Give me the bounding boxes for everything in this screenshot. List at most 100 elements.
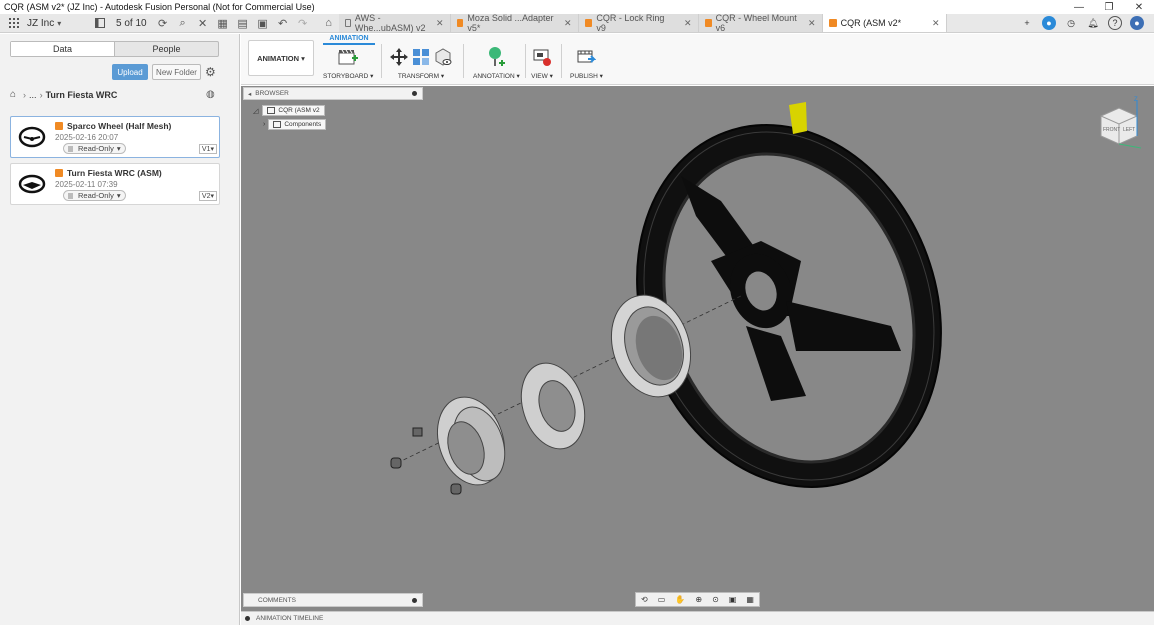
data-panel: Data People Upload New Folder ⚙ ⌂ › ... … [0,34,240,625]
camera-icon[interactable]: ▭ [658,595,666,604]
help-icon[interactable]: ? [1108,16,1122,30]
tab-cqr-asm[interactable]: CQR (ASM v2* ✕ [822,14,947,32]
component-cube-icon [704,19,712,27]
transform-icons [388,46,454,68]
close-icon[interactable]: ✕ [195,15,211,31]
toolbar-divider [463,44,464,78]
file-item[interactable]: Sparco Wheel (Half Mesh) 2025-02-16 20:0… [10,116,220,158]
access-dropdown[interactable]: Read-Only ▾ [63,190,126,201]
minimize-button[interactable]: — [1064,2,1094,13]
home-icon[interactable]: ⌂ [10,89,16,100]
wheel-mount[interactable] [511,355,595,457]
browser-node-root[interactable]: CQR (ASM v2 [262,105,325,116]
svg-text:Z: Z [1134,97,1138,103]
undo-icon[interactable]: ↶ [275,15,291,31]
timeline-pin-icon[interactable] [245,616,250,621]
close-window-button[interactable]: ✕ [1124,2,1154,13]
add-comment-icon[interactable] [412,597,417,603]
component-cube-icon [55,122,63,130]
avatar[interactable]: ● [1130,16,1144,30]
document-tab-bar: JZ Inc ▾ 5 of 10 ⟳ ⌕ ✕ ▦ ▤ ▣ ↶ ↷ ⌂ AWS -… [0,13,1154,33]
version-badge[interactable]: V2▾ [198,191,217,201]
zoom-icon[interactable]: ⊙ [712,595,719,604]
tab-aws-wheel[interactable]: AWS - Whe...ubASM) v2 ✕ [338,13,451,33]
tab-close-icon[interactable]: ✕ [554,18,572,29]
file-item[interactable]: Turn Fiesta WRC (ASM) 2025-02-11 07:39 R… [10,163,220,205]
team-selector[interactable]: JZ Inc ▾ [0,15,90,31]
breadcrumb-ellipsis[interactable]: ... [29,90,37,100]
viewcube[interactable]: FRONT LEFT Z [1091,96,1146,151]
tab-close-icon[interactable]: ✕ [922,18,940,29]
pin-icon[interactable] [412,91,417,96]
tabbar-right-icons: + ● ◷ 🔔︎ ? ● [1016,16,1154,30]
browser-root[interactable]: ◿ CQR (ASM v2 [253,105,325,116]
search-icon[interactable]: ⌕ [175,15,191,31]
refresh-icon[interactable]: ⟳ [155,15,171,31]
breadcrumb: ⌂ › ... › Turn Fiesta WRC [10,89,117,100]
version-badge[interactable]: V1▾ [198,144,217,154]
annotation-group[interactable]: ANNOTATION ▾ [473,46,520,80]
save-icon[interactable]: ▣ [255,15,271,31]
file-menu-icon[interactable]: ▤ [235,15,251,31]
comments-panel[interactable]: COMMENTS [243,593,423,607]
storyboard-group[interactable]: STORYBOARD ▾ [323,46,373,80]
pan-icon[interactable]: ✋ [675,595,685,604]
file-date: 2025-02-11 07:39 [55,180,118,189]
apps-grid-icon[interactable]: ▦ [215,15,231,31]
component-cube-icon [584,19,593,27]
gear-icon[interactable]: ⚙ [205,65,216,79]
assembly-icon [267,107,276,114]
animation-toolbar: ANIMATION ▾ ANIMATION STORYBOARD ▾ TRANS… [241,34,1154,85]
tab-cqr-lock-ring[interactable]: CQR - Lock Ring v9 ✕ [578,13,699,33]
tab-data[interactable]: Data [11,42,115,56]
workspace-selector[interactable]: ANIMATION ▾ [248,40,314,76]
view-group[interactable]: VIEW ▾ [531,46,553,80]
folder-icon [273,121,282,128]
tab-close-icon[interactable]: ✕ [426,18,444,29]
browser-components[interactable]: › Components [263,119,327,130]
upload-button[interactable]: Upload [112,64,148,80]
new-folder-button[interactable]: New Folder [152,64,201,80]
transform-group[interactable]: TRANSFORM ▾ [388,46,454,80]
animation-timeline[interactable]: ANIMATION TIMELINE [241,611,1154,625]
browser-node-components[interactable]: Components [268,119,327,130]
globe-icon[interactable]: ◍ [206,89,215,100]
data-people-toggle: Data People [10,41,219,57]
zoom-window-icon[interactable]: ⊕ [695,595,702,604]
record-view-icon [531,46,553,68]
tab-close-icon[interactable]: ✕ [674,18,692,29]
transform-components-icon [410,46,432,68]
display-settings-icon[interactable]: ▣ [729,595,737,604]
grid-settings-icon[interactable]: ▦ [746,595,754,604]
tab-animation[interactable]: ANIMATION [323,35,375,45]
visibility-icon[interactable]: ◿ [253,107,258,115]
collapse-icon[interactable]: ◂ [248,90,251,98]
publish-group[interactable]: PUBLISH ▾ [570,46,603,80]
model-canvas[interactable]: ◂ BROWSER ◿ CQR (ASM v2 › Components FRO… [241,86,1154,611]
assembly-render[interactable] [241,86,1154,611]
tab-moza-adapter[interactable]: Moza Solid ...Adapter v5* ✕ [450,13,579,33]
data-panel-icon[interactable] [92,15,108,31]
title-bar: CQR (ASM v2* (JZ Inc) - Autodesk Fusion … [0,0,1154,14]
svg-text:LEFT: LEFT [1123,127,1135,133]
job-status-icon[interactable]: ◷ [1064,16,1078,30]
tab-pager[interactable]: 5 of 10 [116,18,147,29]
extensions-icon[interactable]: ● [1042,16,1056,30]
expand-chevron-icon[interactable]: › [263,121,265,128]
restore-button[interactable]: ❐ [1094,2,1124,13]
tab-close-icon[interactable]: ✕ [798,18,816,29]
orbit-icon[interactable]: ⟲ [641,595,648,604]
notifications-icon[interactable]: 🔔︎ [1086,16,1100,30]
browser-panel[interactable]: ◂ BROWSER [243,87,423,100]
callout-icon [485,46,507,68]
file-name: Turn Fiesta WRC (ASM) [55,168,162,178]
redo-icon[interactable]: ↷ [295,15,311,31]
tab-cqr-wheel-mount[interactable]: CQR - Wheel Mount v6 ✕ [698,13,823,33]
tab-people[interactable]: People [115,42,218,56]
home-icon[interactable]: ⌂ [321,15,337,31]
quick-release-hub[interactable] [427,388,516,493]
access-dropdown[interactable]: Read-Only ▾ [63,143,126,154]
new-tab-icon[interactable]: + [1020,16,1034,30]
breadcrumb-current: Turn Fiesta WRC [45,89,118,100]
publish-video-icon [575,46,597,68]
